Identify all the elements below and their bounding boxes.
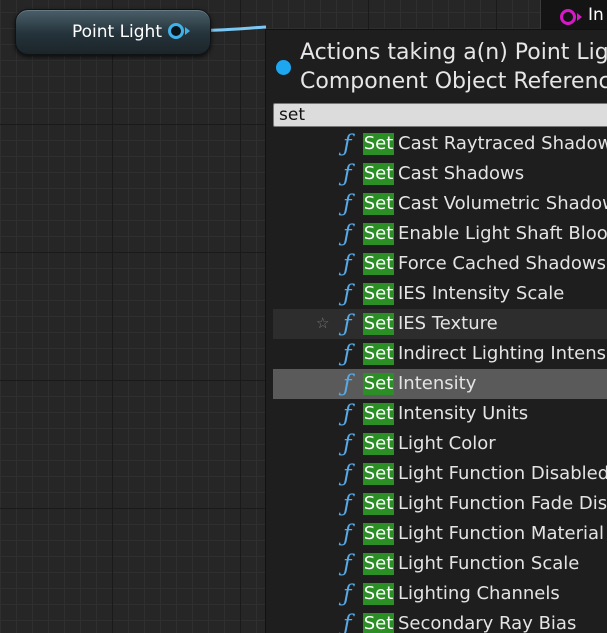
function-icon: ƒ	[343, 581, 352, 607]
search-match-highlight: Set	[363, 613, 394, 633]
action-item-label: Lighting Channels	[398, 583, 560, 604]
action-item-label: Intensity Units	[398, 403, 529, 424]
search-match-highlight: Set	[363, 163, 394, 185]
action-item[interactable]: ƒ Set IES Intensity Scale	[273, 279, 607, 309]
action-item[interactable]: ƒ SetLight Function Fade Distance	[273, 489, 607, 519]
exec-in-pin-icon[interactable]	[560, 9, 576, 25]
search-match-highlight: Set	[363, 463, 394, 485]
function-icon: ƒ	[343, 191, 352, 217]
action-item-label: Cast Volumetric Shadow	[398, 193, 607, 214]
action-item[interactable]: ƒ Set Cast Raytraced Shadow	[273, 129, 607, 159]
function-icon: ƒ	[343, 311, 352, 337]
function-icon: ƒ	[343, 371, 352, 397]
action-item[interactable]: ƒ Set Lighting Channels	[273, 579, 607, 609]
search-input[interactable]: set	[273, 103, 607, 127]
action-item[interactable]: ƒ Set Light Function Disabled	[273, 459, 607, 489]
action-item[interactable]: ƒ Set Light Function Scale	[273, 549, 607, 579]
function-icon: ƒ	[343, 431, 352, 457]
action-item-label: Intensity	[398, 373, 477, 394]
search-match-highlight: Set	[363, 553, 394, 575]
function-icon: ƒ	[343, 521, 352, 547]
exec-pin-arrow-icon	[577, 13, 582, 21]
action-item[interactable]: ƒ Set Light Color	[273, 429, 607, 459]
action-item-label: Light Function Fade Distance	[398, 493, 607, 514]
search-match-highlight: Set	[363, 283, 394, 305]
action-item[interactable]: ƒ Set Enable Light Shaft Bloom	[273, 219, 607, 249]
action-item-label: Secondary Ray Bias	[398, 613, 577, 633]
function-icon: ƒ	[343, 401, 352, 427]
function-icon: ƒ	[343, 251, 352, 277]
action-item-label: Enable Light Shaft Bloom	[398, 223, 607, 244]
search-match-highlight: Set	[363, 523, 394, 545]
object-output-pin-icon[interactable]	[168, 23, 184, 39]
function-icon: ƒ	[343, 611, 352, 633]
star-icon[interactable]: ☆	[316, 314, 329, 332]
search-match-highlight: Set	[363, 253, 394, 275]
function-icon: ƒ	[343, 461, 352, 487]
function-icon: ƒ	[343, 281, 352, 307]
action-menu: Actions taking a(n) Point Ligh Component…	[265, 29, 607, 633]
blueprint-graph-canvas[interactable]: In Point Light Actions taking a(n) Point…	[0, 0, 607, 633]
search-match-highlight: Set	[363, 583, 394, 605]
action-item[interactable]: ƒ Set Cast Volumetric Shadow	[273, 189, 607, 219]
action-item-label: Force Cached Shadows	[398, 253, 606, 274]
function-icon: ƒ	[343, 491, 352, 517]
action-item[interactable]: ƒ Set Indirect Lighting Intensity	[273, 339, 607, 369]
action-item-label: Light Function Material	[398, 523, 605, 544]
search-match-highlight: Set	[363, 193, 394, 215]
action-item[interactable]: ƒ Set Intensity Units	[273, 399, 607, 429]
menu-title-line2: Component Object Reference	[300, 69, 607, 94]
action-item-label: Indirect Lighting Intensity	[398, 343, 607, 364]
action-item[interactable]: ƒ Set Force Cached Shadows	[273, 249, 607, 279]
action-item-label: IES Texture	[398, 313, 498, 334]
object-type-icon	[276, 60, 291, 75]
action-item-label: Light Color	[398, 433, 496, 454]
menu-title-line1: Actions taking a(n) Point Ligh	[300, 40, 607, 65]
search-match-highlight: Set	[363, 313, 394, 335]
action-item-label: Light Function Scale	[398, 553, 580, 574]
action-item-label: Cast Shadows	[398, 163, 525, 184]
function-icon: ƒ	[343, 221, 352, 247]
function-icon: ƒ	[343, 131, 352, 157]
node-title: Point Light	[71, 22, 162, 42]
search-match-highlight: Set	[363, 403, 394, 425]
action-item[interactable]: ƒ Set Light Function Material	[273, 519, 607, 549]
point-light-node[interactable]: Point Light	[15, 9, 211, 55]
search-match-highlight: Set	[363, 133, 394, 155]
action-item-label: Cast Raytraced Shadow	[398, 133, 607, 154]
action-item-label: IES Intensity Scale	[398, 283, 565, 304]
search-match-highlight: Set	[363, 493, 394, 515]
function-icon: ƒ	[343, 341, 352, 367]
function-icon: ƒ	[343, 551, 352, 577]
action-item-label: Light Function Disabled	[398, 463, 607, 484]
action-item[interactable]: ☆ ƒ Set IES Texture	[273, 309, 607, 339]
function-icon: ƒ	[343, 161, 352, 187]
search-match-highlight: Set	[363, 373, 394, 395]
action-item[interactable]: ƒ Set Secondary Ray Bias	[273, 609, 607, 633]
search-match-highlight: Set	[363, 223, 394, 245]
action-item[interactable]: ƒ Set Intensity	[273, 369, 607, 399]
action-item[interactable]: ƒ Set Cast Shadows	[273, 159, 607, 189]
pin-arrow-icon	[185, 27, 190, 35]
search-match-highlight: Set	[363, 433, 394, 455]
in-pin-label: In	[588, 5, 604, 25]
search-match-highlight: Set	[363, 343, 394, 365]
